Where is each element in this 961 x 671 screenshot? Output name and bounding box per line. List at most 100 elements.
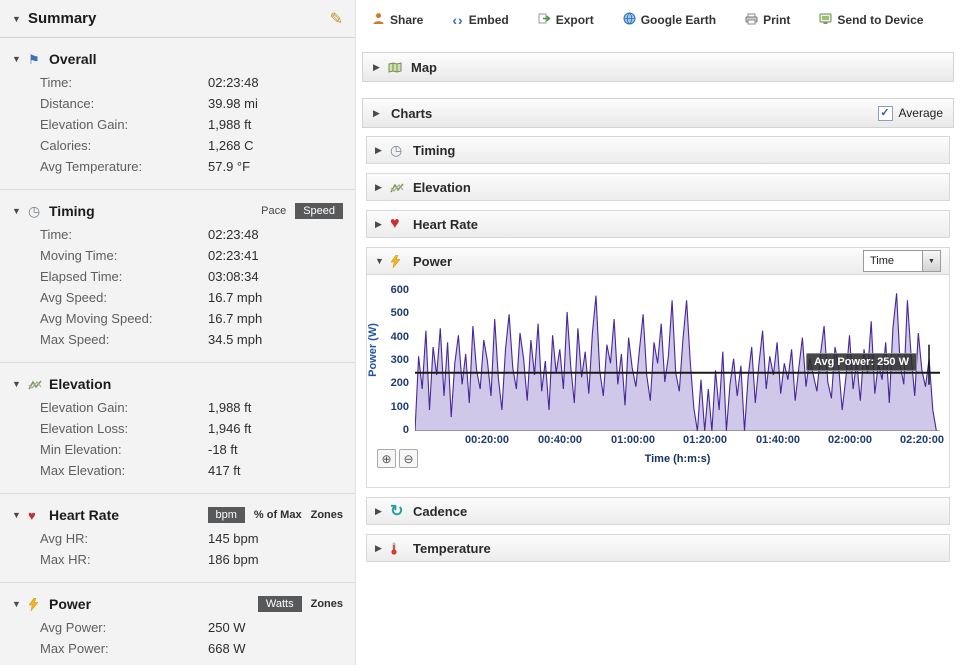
chevron-down-icon[interactable]: ▼: [12, 206, 28, 216]
stat-value: 417 ft: [208, 463, 241, 478]
chevron-right-icon[interactable]: ▶: [375, 506, 390, 517]
chevron-right-icon[interactable]: ▶: [375, 182, 390, 193]
section-timing-header[interactable]: ▼ ◷ Timing Pace Speed: [0, 198, 355, 224]
chevron-down-icon[interactable]: ▼: [375, 256, 390, 266]
chart-x-axis-select[interactable]: Time ▼: [863, 250, 941, 272]
thermometer-icon: [390, 542, 410, 555]
toolbar-label: Embed: [468, 13, 509, 27]
stat-value: 39.98 mi: [208, 96, 258, 111]
bpm-toggle[interactable]: bpm: [207, 507, 245, 523]
globe-icon: [623, 12, 636, 28]
edit-pencil-icon[interactable]: ✎: [330, 9, 343, 29]
panel-title: Elevation: [413, 179, 471, 195]
stat-row: Elevation Loss: 1,946 ft: [0, 418, 355, 439]
heart-rate-chart-header[interactable]: ▶ ♥ Heart Rate: [366, 210, 950, 238]
power-chart[interactable]: Power (W) 600 500 400 300 200 100 0 00:2…: [367, 281, 953, 483]
stat-label: Elapsed Time:: [40, 269, 123, 284]
x-axis-label: Time (h:m:s): [644, 453, 711, 465]
section-heart-rate-header[interactable]: ▼ ♥ Heart Rate bpm % of Max Zones: [0, 502, 355, 528]
chevron-down-icon[interactable]: ▼: [12, 599, 28, 609]
activity-detail-main: Share ‹› Embed Export Google Earth Print: [362, 0, 954, 571]
share-button[interactable]: Share: [372, 12, 423, 28]
stat-label: Max Power:: [40, 641, 109, 656]
elevation-chart-header[interactable]: ▶ Elevation: [366, 173, 950, 201]
stat-value: 16.7 mph: [208, 290, 263, 305]
toolbar-label: Send to Device: [837, 13, 924, 27]
speed-toggle[interactable]: Speed: [295, 203, 343, 219]
panel-title: Temperature: [413, 540, 491, 556]
charts-panel-header[interactable]: ▶ Charts ✓ Average: [362, 98, 954, 128]
toolbar-label: Google Earth: [640, 13, 717, 27]
section-elevation-header[interactable]: ▼ Elevation: [0, 371, 355, 397]
section-overall-header[interactable]: ▼ ⚑ Overall: [0, 46, 355, 72]
device-icon: [819, 13, 832, 28]
chevron-down-icon[interactable]: ▼: [12, 14, 28, 24]
heart-icon: ♥: [28, 507, 36, 523]
toolbar-label: Print: [763, 13, 791, 27]
toolbar-label: Share: [390, 13, 424, 27]
stat-label: Distance:: [40, 96, 95, 111]
stat-label: Calories:: [40, 138, 92, 153]
stat-row: Avg Moving Speed: 16.7 mph: [0, 308, 355, 329]
stat-label: Max HR:: [40, 552, 91, 567]
chevron-down-icon[interactable]: ▼: [12, 510, 28, 520]
print-button[interactable]: Print: [745, 13, 790, 28]
stat-row: Calories: 1,268 C: [0, 135, 355, 156]
x-tick-label: 02:00:00: [827, 434, 873, 446]
summary-header[interactable]: ▼ Summary ✎: [0, 0, 355, 38]
chevron-right-icon[interactable]: ▶: [373, 62, 388, 73]
export-arrow-icon: [538, 12, 551, 28]
temperature-chart-header[interactable]: ▶ Temperature: [366, 534, 950, 562]
power-chart-header[interactable]: ▼ Power Time ▼: [366, 247, 950, 275]
export-button[interactable]: Export: [538, 12, 594, 28]
chevron-right-icon[interactable]: ▶: [375, 145, 390, 156]
stat-label: Min Elevation:: [40, 442, 122, 457]
section-power-header[interactable]: ▼ Power Watts Zones: [0, 591, 355, 617]
chevron-down-icon[interactable]: ▼: [12, 54, 28, 64]
zones-toggle[interactable]: Zones: [311, 598, 343, 610]
x-tick-label: 01:20:00: [682, 434, 728, 446]
charts-group: ▶ ◷ Timing ▶ Elevation ▶ ♥ Heart Rate ▼ …: [362, 136, 954, 562]
chevron-right-icon[interactable]: ▶: [375, 543, 390, 554]
stat-row: Avg HR: 145 bpm: [0, 528, 355, 549]
average-checkbox[interactable]: ✓: [877, 105, 893, 121]
panel-title: Map: [411, 59, 437, 75]
section-power: ▼ Power Watts Zones Avg Power: 250 W Max…: [0, 583, 355, 671]
embed-button[interactable]: ‹› Embed: [452, 13, 508, 27]
stat-row: Max Power: 668 W: [0, 638, 355, 659]
panel-title: Timing: [413, 142, 456, 158]
x-tick-label: 01:00:00: [610, 434, 656, 446]
watts-toggle[interactable]: Watts: [257, 596, 302, 612]
chevron-right-icon[interactable]: ▶: [375, 219, 390, 230]
stat-value: 34.5 mph: [208, 332, 263, 347]
send-to-device-button[interactable]: Send to Device: [819, 13, 923, 28]
zoom-in-button[interactable]: ⊕: [377, 449, 396, 468]
zoom-out-button[interactable]: ⊖: [399, 449, 418, 468]
timing-chart-header[interactable]: ▶ ◷ Timing: [366, 136, 950, 164]
zones-toggle[interactable]: Zones: [311, 509, 343, 521]
section-title: Timing: [49, 203, 95, 219]
y-tick-label: 600: [390, 284, 409, 296]
x-tick-label: 01:40:00: [755, 434, 801, 446]
y-tick-label: 400: [390, 331, 409, 343]
stat-row: Time: 02:23:48: [0, 72, 355, 93]
chevron-down-icon: ▼: [922, 251, 940, 271]
toolbar-label: Export: [555, 13, 594, 27]
chevron-right-icon[interactable]: ▶: [373, 108, 388, 119]
stat-value: 03:08:34: [208, 269, 259, 284]
zoom-controls: ⊕ ⊖: [377, 449, 418, 468]
pace-toggle[interactable]: Pace: [261, 205, 286, 217]
cadence-chart-header[interactable]: ▶ ↻ Cadence: [366, 497, 950, 525]
chevron-down-icon[interactable]: ▼: [12, 379, 28, 389]
share-person-icon: [372, 12, 385, 28]
stat-label: Avg Speed:: [40, 290, 107, 305]
stat-row: Elevation Gain: 1,988 ft: [0, 397, 355, 418]
power-chart-panel: Power (W) 600 500 400 300 200 100 0 00:2…: [366, 275, 950, 488]
google-earth-button[interactable]: Google Earth: [623, 12, 716, 28]
percent-of-max-toggle[interactable]: % of Max: [254, 509, 302, 521]
map-panel-header[interactable]: ▶ Map: [362, 52, 954, 82]
y-tick-label: 300: [390, 354, 409, 366]
stat-value: 1,268 C: [208, 138, 254, 153]
stat-label: Elevation Loss:: [40, 421, 129, 436]
heart-icon: ♥: [390, 215, 400, 232]
